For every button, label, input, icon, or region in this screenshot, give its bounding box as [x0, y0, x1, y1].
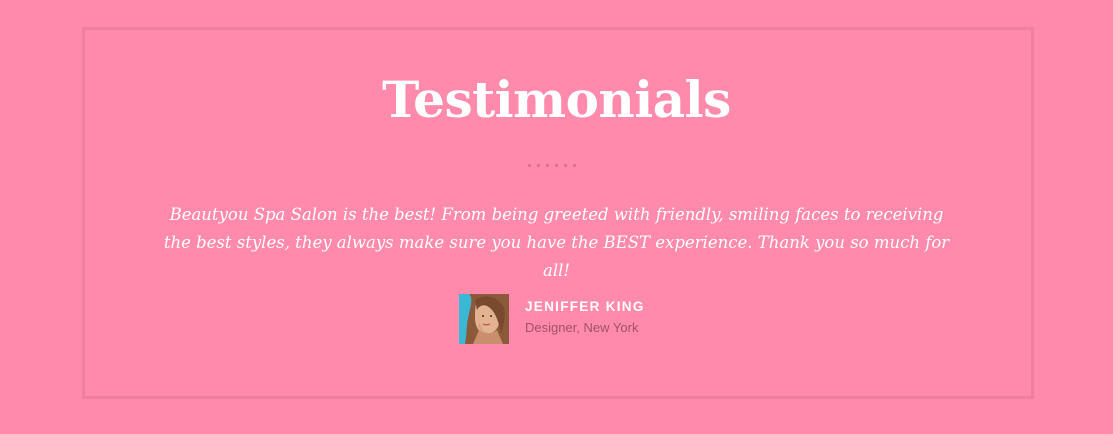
testimonial-quote: Beautyou Spa Salon is the best! From bei… [163, 205, 950, 280]
divider-dot [546, 164, 549, 167]
divider-dot [555, 164, 558, 167]
dotted-divider-icon [528, 164, 588, 168]
avatar-portrait-icon [459, 294, 509, 344]
author-role: Designer, New York [525, 320, 639, 335]
testimonial-author: JENIFFER KING Designer, New York [459, 294, 645, 344]
divider-dot [528, 164, 531, 167]
author-meta: JENIFFER KING Designer, New York [525, 299, 645, 336]
avatar [459, 294, 509, 344]
divider-dot [537, 164, 540, 167]
testimonials-section: Testimonials Beautyou Spa Salon is the b… [0, 0, 1113, 434]
divider-dot [573, 164, 576, 167]
divider-dot [564, 164, 567, 167]
author-name: JENIFFER KING [525, 299, 645, 314]
section-title: Testimonials [382, 70, 731, 129]
